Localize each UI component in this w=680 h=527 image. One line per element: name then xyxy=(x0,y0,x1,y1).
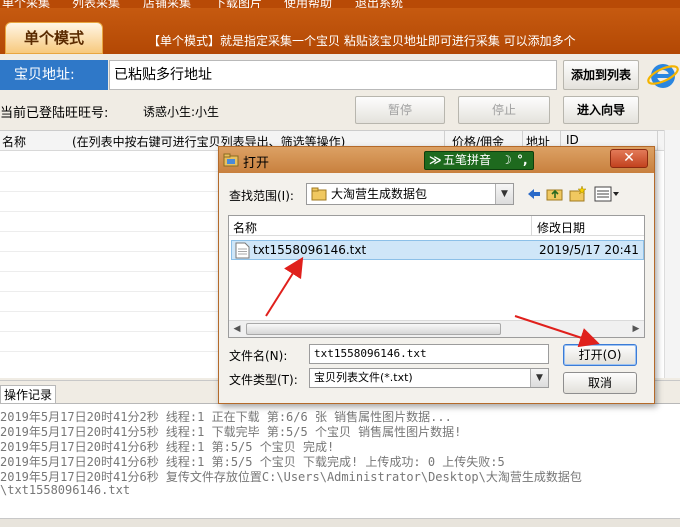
add-to-list-button[interactable]: 添加到列表 xyxy=(563,60,639,90)
filetype-label: 文件类型(T): xyxy=(229,373,298,387)
folder-icon xyxy=(311,187,327,201)
moon-icon[interactable]: ☽ xyxy=(501,152,512,169)
filename-label: 文件名(N): xyxy=(229,349,288,363)
look-in-combo[interactable]: 大淘营生成数据包 ▼ xyxy=(306,183,514,205)
chevron-down-icon[interactable]: ▼ xyxy=(530,369,548,387)
file-name: txt1558096146.txt xyxy=(253,243,367,257)
text-file-icon xyxy=(235,242,250,259)
col-modified-date[interactable]: 修改日期 xyxy=(537,219,585,236)
open-folder-icon xyxy=(223,153,239,167)
look-in-label: 查找范围(I): xyxy=(229,189,294,203)
file-row[interactable]: txt1558096146.txt 2019/5/17 20:41 xyxy=(231,240,644,260)
scroll-thumb[interactable] xyxy=(246,323,501,335)
stop-button[interactable]: 停止 xyxy=(458,96,550,124)
filetype-value: 宝贝列表文件(*.txt) xyxy=(314,371,413,384)
address-input[interactable]: 已粘贴多行地址 xyxy=(109,60,557,90)
ime-toolbar[interactable]: ≫ 五笔拼音 ☽ °, xyxy=(424,151,534,170)
address-row: 宝贝地址: 已粘贴多行地址 添加到列表 xyxy=(0,58,680,94)
enter-wizard-button[interactable]: 进入向导 xyxy=(563,96,639,124)
col-id[interactable]: ID xyxy=(566,133,579,147)
login-row: 当前已登陆旺旺号: 诱惑小生:小生 暂停 停止 进入向导 xyxy=(0,96,680,126)
filename-input[interactable]: txt1558096146.txt xyxy=(309,344,549,364)
look-in-value: 大淘营生成数据包 xyxy=(331,187,428,201)
status-strip xyxy=(0,518,680,527)
menu-item-download-images[interactable]: 下载图片 xyxy=(214,0,262,8)
file-date: 2019/5/17 20:41 xyxy=(539,243,639,257)
top-menu-bar: 单个采集 列表采集 店铺采集 下载图片 使用帮助 退出系统 xyxy=(0,0,680,8)
ie-browser-icon[interactable] xyxy=(646,58,680,92)
menu-item-shop[interactable]: 店铺采集 xyxy=(143,0,191,8)
ime-label: 五笔拼音 xyxy=(443,153,492,167)
back-arrow-icon[interactable] xyxy=(525,185,543,203)
log-line: \txt1558096146.txt xyxy=(0,483,131,497)
file-list-header: 名称 修改日期 xyxy=(229,216,644,236)
view-menu-icon[interactable] xyxy=(594,185,620,203)
dialog-title: 打开 xyxy=(243,156,270,171)
chevron-down-icon[interactable]: ▼ xyxy=(495,184,513,204)
scroll-left-icon[interactable]: ◀ xyxy=(230,322,244,336)
tab-single-mode[interactable]: 单个模式 xyxy=(5,22,103,54)
filetype-select[interactable]: 宝贝列表文件(*.txt) ▼ xyxy=(309,368,549,388)
mode-description: 【单个模式】就是指定采集一个宝贝 粘贴该宝贝地址即可进行采集 可以添加多个 xyxy=(148,34,576,48)
close-button[interactable]: ✕ xyxy=(610,149,648,168)
open-file-dialog: 打开 ≫ 五笔拼音 ☽ °, ✕ 查找范围(I): 大淘营生成数据包 ▼ 名称 xyxy=(218,146,655,404)
operation-log: 2019年5月17日20时41分2秒 线程:1 正在下载 第:6/6 张 销售属… xyxy=(0,403,680,519)
col-file-name[interactable]: 名称 xyxy=(233,219,257,236)
up-folder-icon[interactable] xyxy=(546,185,564,203)
menu-item-exit[interactable]: 退出系统 xyxy=(355,0,403,8)
login-label: 当前已登陆旺旺号: xyxy=(0,106,109,121)
dialog-titlebar[interactable]: 打开 ≫ 五笔拼音 ☽ °, ✕ xyxy=(219,147,654,173)
login-user: 诱惑小生:小生 xyxy=(143,105,220,119)
menu-item-single[interactable]: 单个采集 xyxy=(2,0,50,8)
horizontal-scrollbar[interactable]: ◀ ▶ xyxy=(229,320,644,337)
menu-item-list[interactable]: 列表采集 xyxy=(72,0,120,8)
open-button[interactable]: 打开(O) xyxy=(563,344,637,366)
punctuation-icon[interactable]: °, xyxy=(517,152,528,169)
scroll-right-icon[interactable]: ▶ xyxy=(629,322,643,336)
menu-item-help[interactable]: 使用帮助 xyxy=(284,0,332,8)
list-scrollbar[interactable] xyxy=(664,130,680,378)
mode-header: 单个模式 【单个模式】就是指定采集一个宝贝 粘贴该宝贝地址即可进行采集 可以添加… xyxy=(0,8,680,54)
pause-button[interactable]: 暂停 xyxy=(355,96,445,124)
ime-switch-icon[interactable]: ≫ xyxy=(429,152,442,169)
col-name[interactable]: 名称 xyxy=(2,133,26,150)
file-list[interactable]: 名称 修改日期 txt1558096146.txt 2019/5/17 20:4… xyxy=(228,215,645,338)
tab-operation-log[interactable]: 操作记录 xyxy=(0,385,56,405)
new-folder-icon[interactable] xyxy=(569,185,587,203)
cancel-button[interactable]: 取消 xyxy=(563,372,637,394)
address-label: 宝贝地址: xyxy=(0,60,108,90)
